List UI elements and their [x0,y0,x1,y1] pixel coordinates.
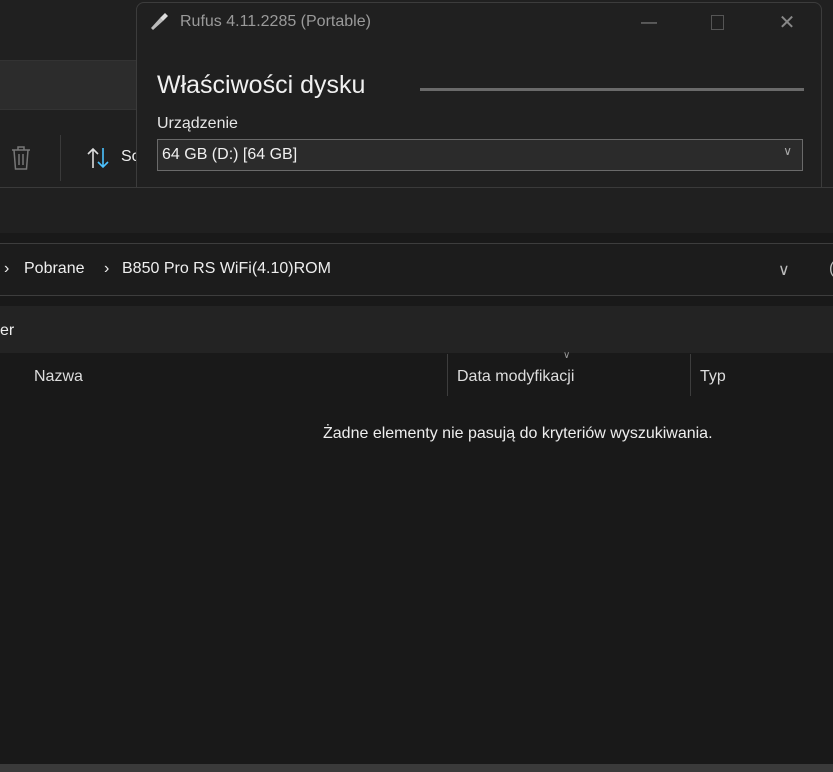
explorer-toolbar-row [0,188,833,233]
breadcrumb-item[interactable]: Pobrane [24,260,85,278]
column-header-date[interactable]: Data modyfikacji [457,368,574,386]
sort-icon[interactable] [85,146,111,170]
section-heading: Właściwości dysku [157,71,366,99]
device-select[interactable]: 64 GB (D:) [64 GB] ∨ [157,139,803,171]
file-explorer-window: › Pobrane › B850 Pro RS WiFi(4.10)ROM ∨ … [0,187,833,772]
column-header-name[interactable]: Nazwa [34,368,83,386]
maximize-icon [710,15,724,31]
maximize-button[interactable] [697,9,737,37]
chevron-down-icon: ∨ [783,144,792,158]
filter-label: er [0,322,15,339]
breadcrumb[interactable]: › Pobrane › B850 Pro RS WiFi(4.10)ROM ∨ … [0,243,833,296]
column-header-type[interactable]: Typ [700,368,726,386]
chevron-right-icon: › [4,260,10,277]
heading-divider [420,88,804,91]
explorer-address-band [0,60,150,110]
column-divider[interactable] [690,354,691,396]
toolbar-divider [60,135,61,181]
chevron-down-icon[interactable]: ∨ [778,260,790,280]
window-title: Rufus 4.11.2285 (Portable) [180,13,371,30]
device-label: Urządzenie [157,115,238,132]
empty-results-message: Żadne elementy nie pasują do kryteriów w… [323,425,713,442]
minimize-button[interactable]: — [629,9,669,37]
delete-icon[interactable] [9,145,33,171]
sort-indicator-icon: ∨ [563,350,571,361]
filter-bar[interactable]: er [0,306,833,353]
breadcrumb-item[interactable]: B850 Pro RS WiFi(4.10)ROM [122,260,331,278]
usb-drive-icon [151,13,168,30]
device-select-value: 64 GB (D:) [64 GB] [162,146,298,163]
refresh-icon[interactable]: ( [829,260,833,278]
column-divider[interactable] [447,354,448,396]
rufus-window: Rufus 4.11.2285 (Portable) — ✕ Właściwoś… [136,2,822,202]
close-button[interactable]: ✕ [767,9,807,37]
chevron-right-icon: › [104,260,110,277]
